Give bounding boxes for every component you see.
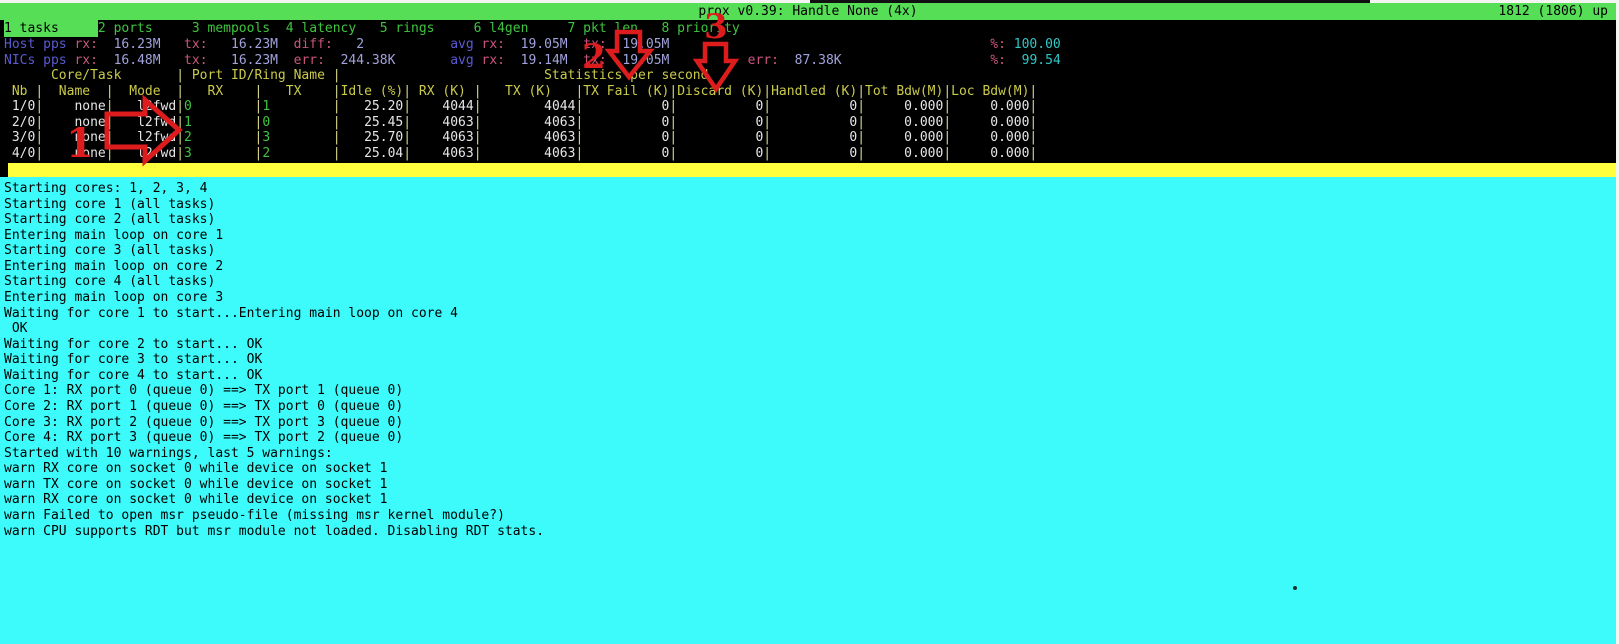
tab-tasks[interactable]: 1 tasks — [4, 20, 98, 37]
log-line: Waiting for core 1 to start...Entering m… — [4, 306, 458, 322]
log-line: Entering main loop on core 2 — [4, 259, 223, 275]
log-line: warn RX core on socket 0 while device on… — [4, 461, 388, 477]
log-line: Started with 10 warnings, last 5 warning… — [4, 446, 333, 462]
log-line: Starting core 4 (all tasks) — [4, 274, 215, 290]
log-line: Core 1: RX port 0 (queue 0) ==> TX port … — [4, 383, 403, 399]
terminal-screen: prox v0.39: Handle None (4x) 1812 (1806)… — [0, 3, 1616, 644]
tab-pkt-len[interactable]: 7 pkt len — [568, 20, 662, 37]
table-row: 1/0| none| l2fwd|0 |1 | 25.20| 4044| 404… — [4, 99, 1037, 115]
titlebar: prox v0.39: Handle None (4x) 1812 (1806)… — [0, 3, 1616, 20]
log-area: Starting cores: 1, 2, 3, 4Starting core … — [0, 177, 1616, 644]
stats-line-host: Host pps rx: 16.23M tx: 16.23M diff: 2 a… — [4, 37, 1061, 53]
log-line: Starting core 3 (all tasks) — [4, 243, 215, 259]
table-row: 3/0| none| l2fwd|2 |3 | 25.70| 4063| 406… — [4, 130, 1037, 146]
log-line: Starting core 2 (all tasks) — [4, 212, 215, 228]
log-line: warn RX core on socket 0 while device on… — [4, 492, 388, 508]
uptime-counter: 1812 (1806) up — [1498, 3, 1608, 20]
log-line: warn CPU supports RDT but msr module not… — [4, 524, 544, 540]
status-divider-bar — [8, 163, 1616, 177]
log-line: Core 3: RX port 2 (queue 0) ==> TX port … — [4, 415, 403, 431]
log-line: Starting cores: 1, 2, 3, 4 — [4, 181, 208, 197]
log-line: Core 4: RX port 3 (queue 0) ==> TX port … — [4, 430, 403, 446]
log-line: Waiting for core 3 to start... OK — [4, 352, 262, 368]
log-line: Entering main loop on core 1 — [4, 228, 223, 244]
stats-line-nics: NICs pps rx: 16.48M tx: 16.23M err: 244.… — [4, 53, 1061, 69]
tab-rings[interactable]: 5 rings — [380, 20, 474, 37]
prox-terminal-window: prox v0.39: Handle None (4x) 1812 (1806)… — [0, 0, 1619, 644]
tab-l4gen[interactable]: 6 l4gen — [474, 20, 568, 37]
log-line: Waiting for core 4 to start... OK — [4, 368, 262, 384]
log-line: warn TX core on socket 0 while device on… — [4, 477, 388, 493]
log-line: warn Failed to open msr pseudo-file (mis… — [4, 508, 505, 524]
table-column-header: Nb | Name | Mode | RX | TX |Idle (%)| RX… — [4, 84, 1037, 100]
table-group-header: Core/Task | Port ID/Ring Name | Statisti… — [4, 68, 708, 84]
tab-mempools[interactable]: 3 mempools — [192, 20, 286, 37]
screen-speck — [1293, 586, 1297, 590]
log-line: OK — [4, 321, 27, 337]
tab-ports[interactable]: 2 ports — [98, 20, 192, 37]
app-title: prox v0.39: Handle None (4x) — [698, 4, 917, 19]
tab-priority[interactable]: 8 priority — [661, 20, 755, 37]
log-line: Core 2: RX port 1 (queue 0) ==> TX port … — [4, 399, 403, 415]
table-row: 4/0| none| l2fwd|3 |2 | 25.04| 4063| 406… — [4, 146, 1037, 162]
log-line: Entering main loop on core 3 — [4, 290, 223, 306]
log-line: Waiting for core 2 to start... OK — [4, 337, 262, 353]
table-row: 2/0| none| l2fwd|1 |0 | 25.45| 4063| 406… — [4, 115, 1037, 131]
log-line: Starting core 1 (all tasks) — [4, 197, 215, 213]
tab-latency[interactable]: 4 latency — [286, 20, 380, 37]
tab-bar: 1 tasks 2 ports 3 mempools 4 latency 5 r… — [4, 20, 755, 37]
